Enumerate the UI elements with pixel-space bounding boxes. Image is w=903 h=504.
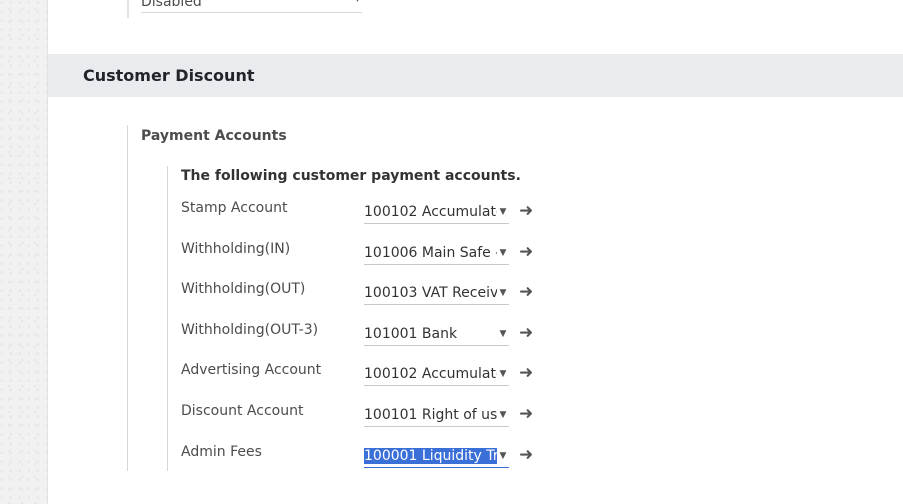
account-row: Admin Fees 100001 Liquidity Transfer ▼ ➜ <box>181 444 601 470</box>
account-select[interactable]: 100103 VAT Receivable ▼ <box>364 283 509 305</box>
section-header: Customer Discount <box>48 54 903 97</box>
account-select[interactable]: 100101 Right of use ▼ <box>364 405 509 427</box>
group-description: The following customer payment accounts. <box>181 168 521 184</box>
caret-down-icon[interactable]: ▼ <box>497 364 509 384</box>
account-select-value: 101001 Bank <box>364 326 458 342</box>
arrow-right-icon[interactable]: ➜ <box>519 322 533 344</box>
account-select[interactable]: 101001 Bank ▼ <box>364 324 509 346</box>
arrow-right-icon[interactable]: ➜ <box>519 444 533 466</box>
top-select-value: Disabled <box>141 0 202 10</box>
subgroup-border <box>167 166 168 471</box>
account-select[interactable]: 100102 Accumulated ▼ <box>364 202 509 224</box>
field-label: Withholding(OUT-3) <box>181 322 319 338</box>
account-select[interactable]: 101006 Main Safe - ▼ <box>364 243 509 265</box>
field-label: Stamp Account <box>181 200 288 216</box>
field-label: Withholding(IN) <box>181 241 291 257</box>
account-row: Withholding(OUT) 100103 VAT Receivable ▼… <box>181 281 601 307</box>
caret-down-icon[interactable]: ▼ <box>497 243 509 263</box>
account-select-value: 100101 Right of use <box>364 407 498 423</box>
field-label: Withholding(OUT) <box>181 281 306 297</box>
account-select-value: 100103 VAT Receivable <box>364 285 498 301</box>
account-select-value: 100102 Accumulated <box>364 204 498 220</box>
background-pattern <box>0 0 48 504</box>
section-title: Customer Discount <box>83 66 255 85</box>
caret-down-icon[interactable]: ▼ <box>497 405 509 425</box>
group-border <box>127 0 129 18</box>
arrow-right-icon[interactable]: ➜ <box>519 200 533 222</box>
account-select[interactable]: 100102 Accumulated ▼ <box>364 364 509 386</box>
account-row: Advertising Account 100102 Accumulated ▼… <box>181 362 601 388</box>
caret-down-icon[interactable]: ▼ <box>497 202 509 222</box>
caret-down-icon: ▾ <box>355 0 360 5</box>
caret-down-icon[interactable]: ▼ <box>497 446 509 466</box>
arrow-right-icon[interactable]: ➜ <box>519 403 533 425</box>
account-select[interactable]: 100001 Liquidity Transfer ▼ <box>364 446 509 468</box>
field-label: Discount Account <box>181 403 304 419</box>
account-row: Withholding(OUT-3) 101001 Bank ▼ ➜ <box>181 322 601 348</box>
account-select-value: 100001 Liquidity Transfer <box>364 446 498 466</box>
group-border <box>127 125 128 471</box>
arrow-right-icon[interactable]: ➜ <box>519 281 533 303</box>
top-select-field[interactable]: Disabled ▾ <box>141 0 362 13</box>
caret-down-icon[interactable]: ▼ <box>497 324 509 344</box>
field-label: Admin Fees <box>181 444 262 460</box>
arrow-right-icon[interactable]: ➜ <box>519 362 533 384</box>
account-select-value: 101006 Main Safe - <box>364 245 498 261</box>
group-title: Payment Accounts <box>141 128 287 144</box>
account-row: Discount Account 100101 Right of use ▼ ➜ <box>181 403 601 429</box>
field-label: Advertising Account <box>181 362 322 378</box>
account-row: Stamp Account 100102 Accumulated ▼ ➜ <box>181 200 601 226</box>
arrow-right-icon[interactable]: ➜ <box>519 241 533 263</box>
account-row: Withholding(IN) 101006 Main Safe - ▼ ➜ <box>181 241 601 267</box>
selected-text: 100001 Liquidity Transfer <box>364 448 498 464</box>
form-sheet: Disabled ▾ Customer Discount Payment Acc… <box>48 0 903 504</box>
account-select-value: 100102 Accumulated <box>364 366 498 382</box>
caret-down-icon[interactable]: ▼ <box>497 283 509 303</box>
